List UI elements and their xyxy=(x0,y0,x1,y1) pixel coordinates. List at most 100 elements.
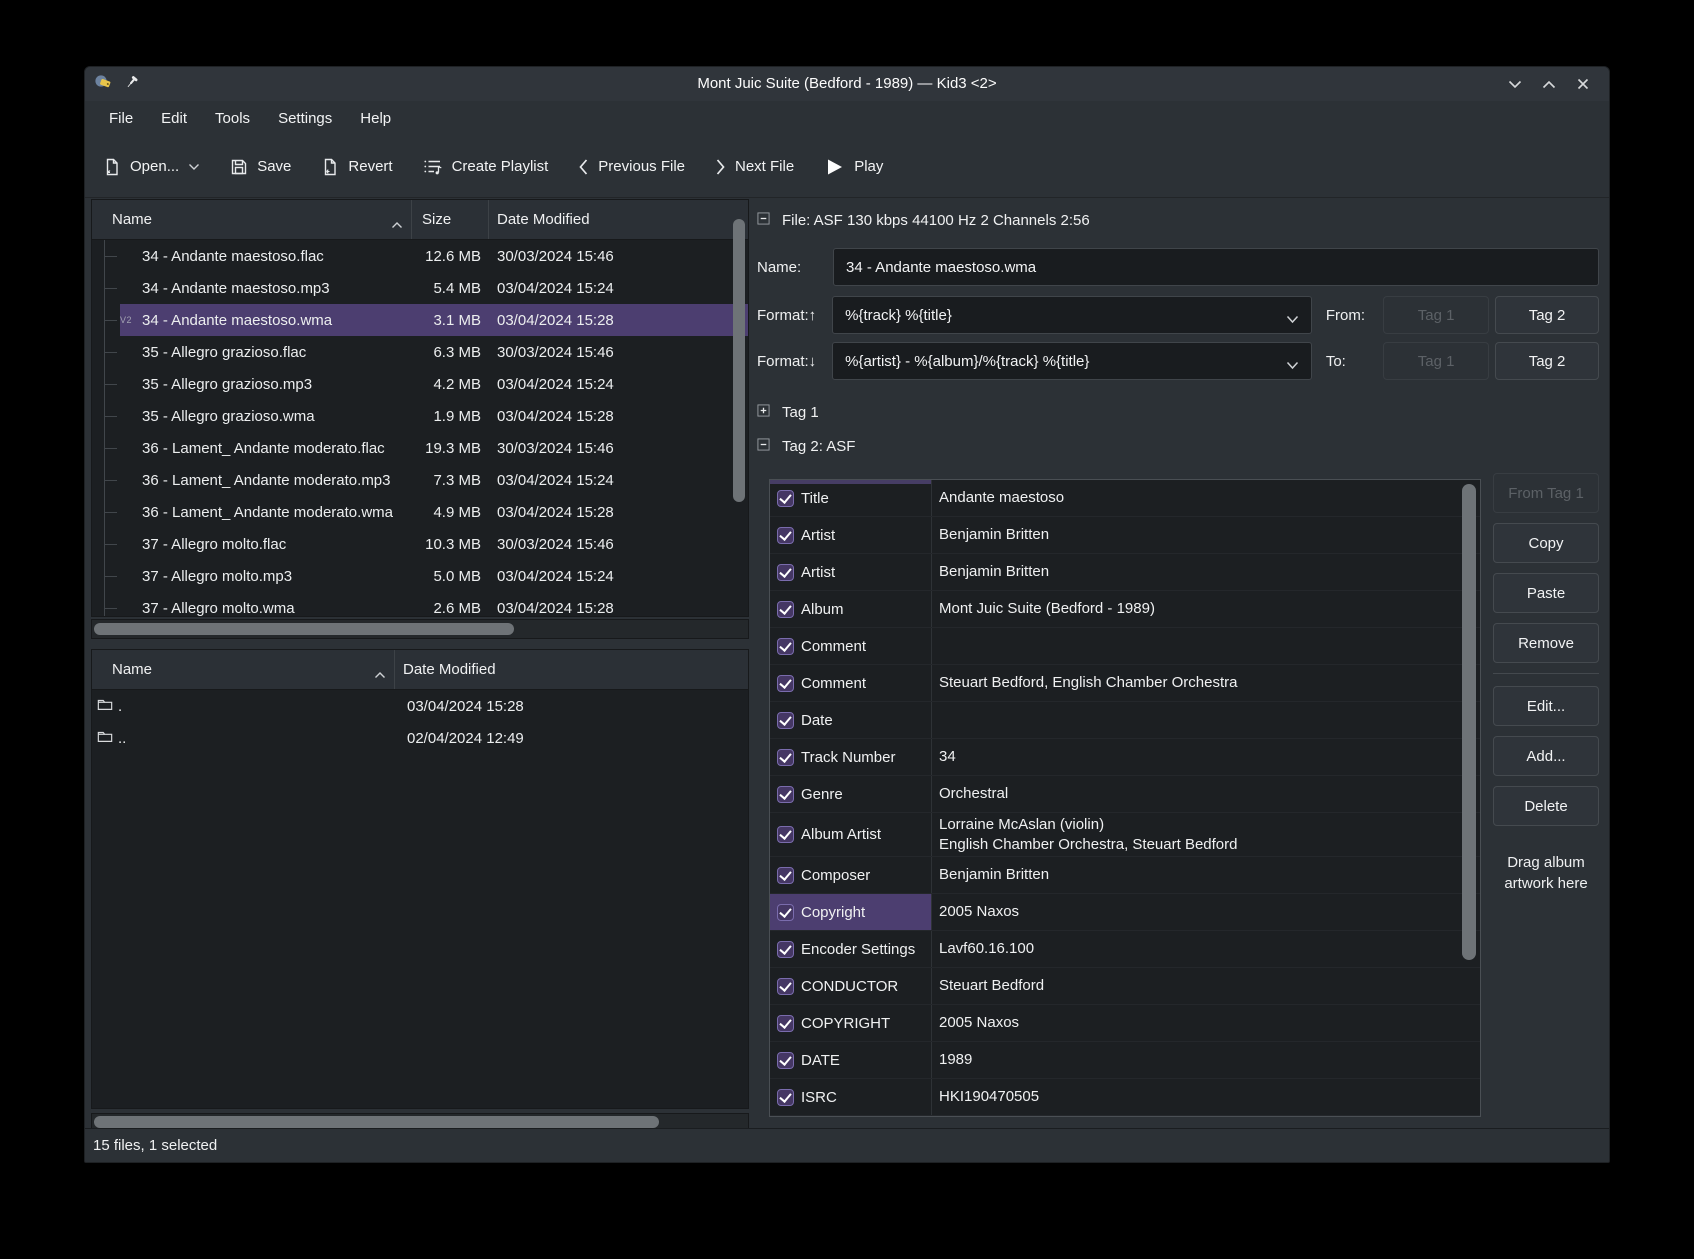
checkbox-checked-icon[interactable] xyxy=(777,941,794,958)
checkbox-checked-icon[interactable] xyxy=(777,867,794,884)
checkbox-checked-icon[interactable] xyxy=(777,490,794,507)
paste-button[interactable]: Paste xyxy=(1493,573,1599,613)
tag-row[interactable]: CommentSteuart Bedford, English Chamber … xyxy=(770,665,1480,702)
tag-field-value[interactable] xyxy=(931,702,1480,738)
checkbox-checked-icon[interactable] xyxy=(777,712,794,729)
file-list-column-size[interactable]: Size xyxy=(411,200,488,239)
tag-row[interactable]: ArtistBenjamin Britten xyxy=(770,517,1480,554)
tag-table-vertical-scrollbar[interactable] xyxy=(1462,484,1476,1112)
tag-row[interactable]: Copyright2005 Naxos xyxy=(770,894,1480,931)
menu-help[interactable]: Help xyxy=(346,105,405,133)
file-row[interactable]: 37 - Allegro molto.mp35.0 MB03/04/2024 1… xyxy=(92,560,748,592)
file-section-header[interactable]: File: ASF 130 kbps 44100 Hz 2 Channels 2… xyxy=(757,212,1090,229)
tag-field-value[interactable]: Benjamin Britten xyxy=(931,517,1480,553)
folder-list-column-date[interactable]: Date Modified xyxy=(394,650,748,689)
scrollbar-thumb[interactable] xyxy=(94,623,514,635)
folder-row[interactable]: .03/04/2024 15:28 xyxy=(92,690,748,722)
tag-row[interactable]: Comment xyxy=(770,628,1480,665)
checkbox-checked-icon[interactable] xyxy=(777,786,794,803)
tag-field-value[interactable]: Orchestral xyxy=(931,776,1480,812)
file-row[interactable]: V234 - Andante maestoso.wma3.1 MB03/04/2… xyxy=(92,304,748,336)
scrollbar-thumb[interactable] xyxy=(94,1116,659,1128)
collapse-plus-icon[interactable] xyxy=(757,404,770,421)
tag-row[interactable]: TitleAndante maestoso xyxy=(770,480,1480,517)
play-button[interactable]: Play xyxy=(824,157,883,177)
checkbox-checked-icon[interactable] xyxy=(777,826,794,843)
add-button[interactable]: Add... xyxy=(1493,736,1599,776)
checkbox-checked-icon[interactable] xyxy=(777,638,794,655)
tag-field-cell[interactable]: Title xyxy=(770,480,931,516)
tag-row[interactable]: ArtistBenjamin Britten xyxy=(770,554,1480,591)
tag-field-cell[interactable]: Composer xyxy=(770,857,931,893)
tag-field-cell[interactable]: COPYRIGHT xyxy=(770,1005,931,1041)
minimize-button[interactable] xyxy=(1507,76,1523,92)
checkbox-checked-icon[interactable] xyxy=(777,1052,794,1069)
create-playlist-button[interactable]: Create Playlist xyxy=(423,158,549,176)
tag-field-cell[interactable]: ISRC xyxy=(770,1079,931,1115)
titlebar[interactable]: Mont Juic Suite (Bedford - 1989) — Kid3 … xyxy=(85,67,1609,101)
tag-row[interactable]: ComposerBenjamin Britten xyxy=(770,857,1480,894)
to-tag2-button[interactable]: Tag 2 xyxy=(1495,342,1599,380)
file-row[interactable]: 34 - Andante maestoso.mp35.4 MB03/04/202… xyxy=(92,272,748,304)
tag-row[interactable]: ISRCHKI190470505 xyxy=(770,1079,1480,1116)
to-tag1-button[interactable]: Tag 1 xyxy=(1383,342,1489,380)
file-row[interactable]: 36 - Lament_ Andante moderato.flac19.3 M… xyxy=(92,432,748,464)
open-dropdown-chevron-icon[interactable] xyxy=(188,163,200,171)
copy-button[interactable]: Copy xyxy=(1493,523,1599,563)
format-from-combobox[interactable]: %{track} %{title} xyxy=(832,296,1312,334)
tag-field-value[interactable]: Mont Juic Suite (Bedford - 1989) xyxy=(931,591,1480,627)
tag-field-value[interactable]: 2005 Naxos xyxy=(931,1005,1480,1041)
format-to-combobox[interactable]: %{artist} - %{album}/%{track} %{title} xyxy=(832,342,1312,380)
tag-field-value[interactable]: Benjamin Britten xyxy=(931,554,1480,590)
from-tag1-button[interactable]: Tag 1 xyxy=(1383,296,1489,334)
checkbox-checked-icon[interactable] xyxy=(777,601,794,618)
tag-field-value[interactable]: 1989 xyxy=(931,1042,1480,1078)
file-row[interactable]: 36 - Lament_ Andante moderato.mp37.3 MB0… xyxy=(92,464,748,496)
menu-settings[interactable]: Settings xyxy=(264,105,346,133)
tag-field-cell[interactable]: Encoder Settings xyxy=(770,931,931,967)
folder-list-column-name[interactable]: Name xyxy=(92,650,394,689)
tag-field-cell[interactable]: Date xyxy=(770,702,931,738)
file-row[interactable]: 37 - Allegro molto.wma2.6 MB03/04/2024 1… xyxy=(92,592,748,616)
tag-row[interactable]: Encoder SettingsLavf60.16.100 xyxy=(770,931,1480,968)
close-button[interactable] xyxy=(1575,76,1591,92)
tag2-section-header[interactable]: Tag 2: ASF xyxy=(757,438,855,455)
tag-field-value[interactable] xyxy=(931,628,1480,664)
maximize-button[interactable] xyxy=(1541,76,1557,92)
file-list-vertical-scrollbar[interactable] xyxy=(733,202,745,614)
next-file-button[interactable]: Next File xyxy=(715,158,794,176)
tag-field-cell[interactable]: CONDUCTOR xyxy=(770,968,931,1004)
folder-row[interactable]: ..02/04/2024 12:49 xyxy=(92,722,748,754)
filename-input[interactable]: 34 - Andante maestoso.wma xyxy=(833,248,1599,286)
tag-field-cell[interactable]: Album Artist xyxy=(770,813,931,856)
checkbox-checked-icon[interactable] xyxy=(777,564,794,581)
file-row[interactable]: 34 - Andante maestoso.flac12.6 MB30/03/2… xyxy=(92,240,748,272)
menu-tools[interactable]: Tools xyxy=(201,105,264,133)
save-button[interactable]: Save xyxy=(230,158,291,176)
tag-row[interactable]: DATE1989 xyxy=(770,1042,1480,1079)
tag-field-cell[interactable]: Genre xyxy=(770,776,931,812)
tag-field-value[interactable]: Lorraine McAslan (violin) English Chambe… xyxy=(931,813,1480,856)
file-row[interactable]: 36 - Lament_ Andante moderato.wma4.9 MB0… xyxy=(92,496,748,528)
tag-row[interactable]: Album ArtistLorraine McAslan (violin) En… xyxy=(770,813,1480,857)
edit-button[interactable]: Edit... xyxy=(1493,686,1599,726)
file-row[interactable]: 35 - Allegro grazioso.wma1.9 MB03/04/202… xyxy=(92,400,748,432)
tag-field-value[interactable]: 34 xyxy=(931,739,1480,775)
tag-row[interactable]: CONDUCTORSteuart Bedford xyxy=(770,968,1480,1005)
file-list-column-name[interactable]: Name xyxy=(92,200,411,239)
checkbox-checked-icon[interactable] xyxy=(777,675,794,692)
previous-file-button[interactable]: Previous File xyxy=(578,158,685,176)
menu-edit[interactable]: Edit xyxy=(147,105,201,133)
from-tag-1-button[interactable]: From Tag 1 xyxy=(1493,473,1599,513)
tag-field-value[interactable]: Steuart Bedford, English Chamber Orchest… xyxy=(931,665,1480,701)
tag-row[interactable]: Track Number34 xyxy=(770,739,1480,776)
collapse-minus-icon[interactable] xyxy=(757,438,770,455)
tag-field-cell[interactable]: Comment xyxy=(770,628,931,664)
scrollbar-thumb[interactable] xyxy=(1462,484,1476,960)
tag-field-cell[interactable]: Comment xyxy=(770,665,931,701)
tag-field-cell[interactable]: Artist xyxy=(770,554,931,590)
tag-field-value[interactable]: Lavf60.16.100 xyxy=(931,931,1480,967)
checkbox-checked-icon[interactable] xyxy=(777,1015,794,1032)
menu-file[interactable]: File xyxy=(95,105,147,133)
tag-row[interactable]: GenreOrchestral xyxy=(770,776,1480,813)
